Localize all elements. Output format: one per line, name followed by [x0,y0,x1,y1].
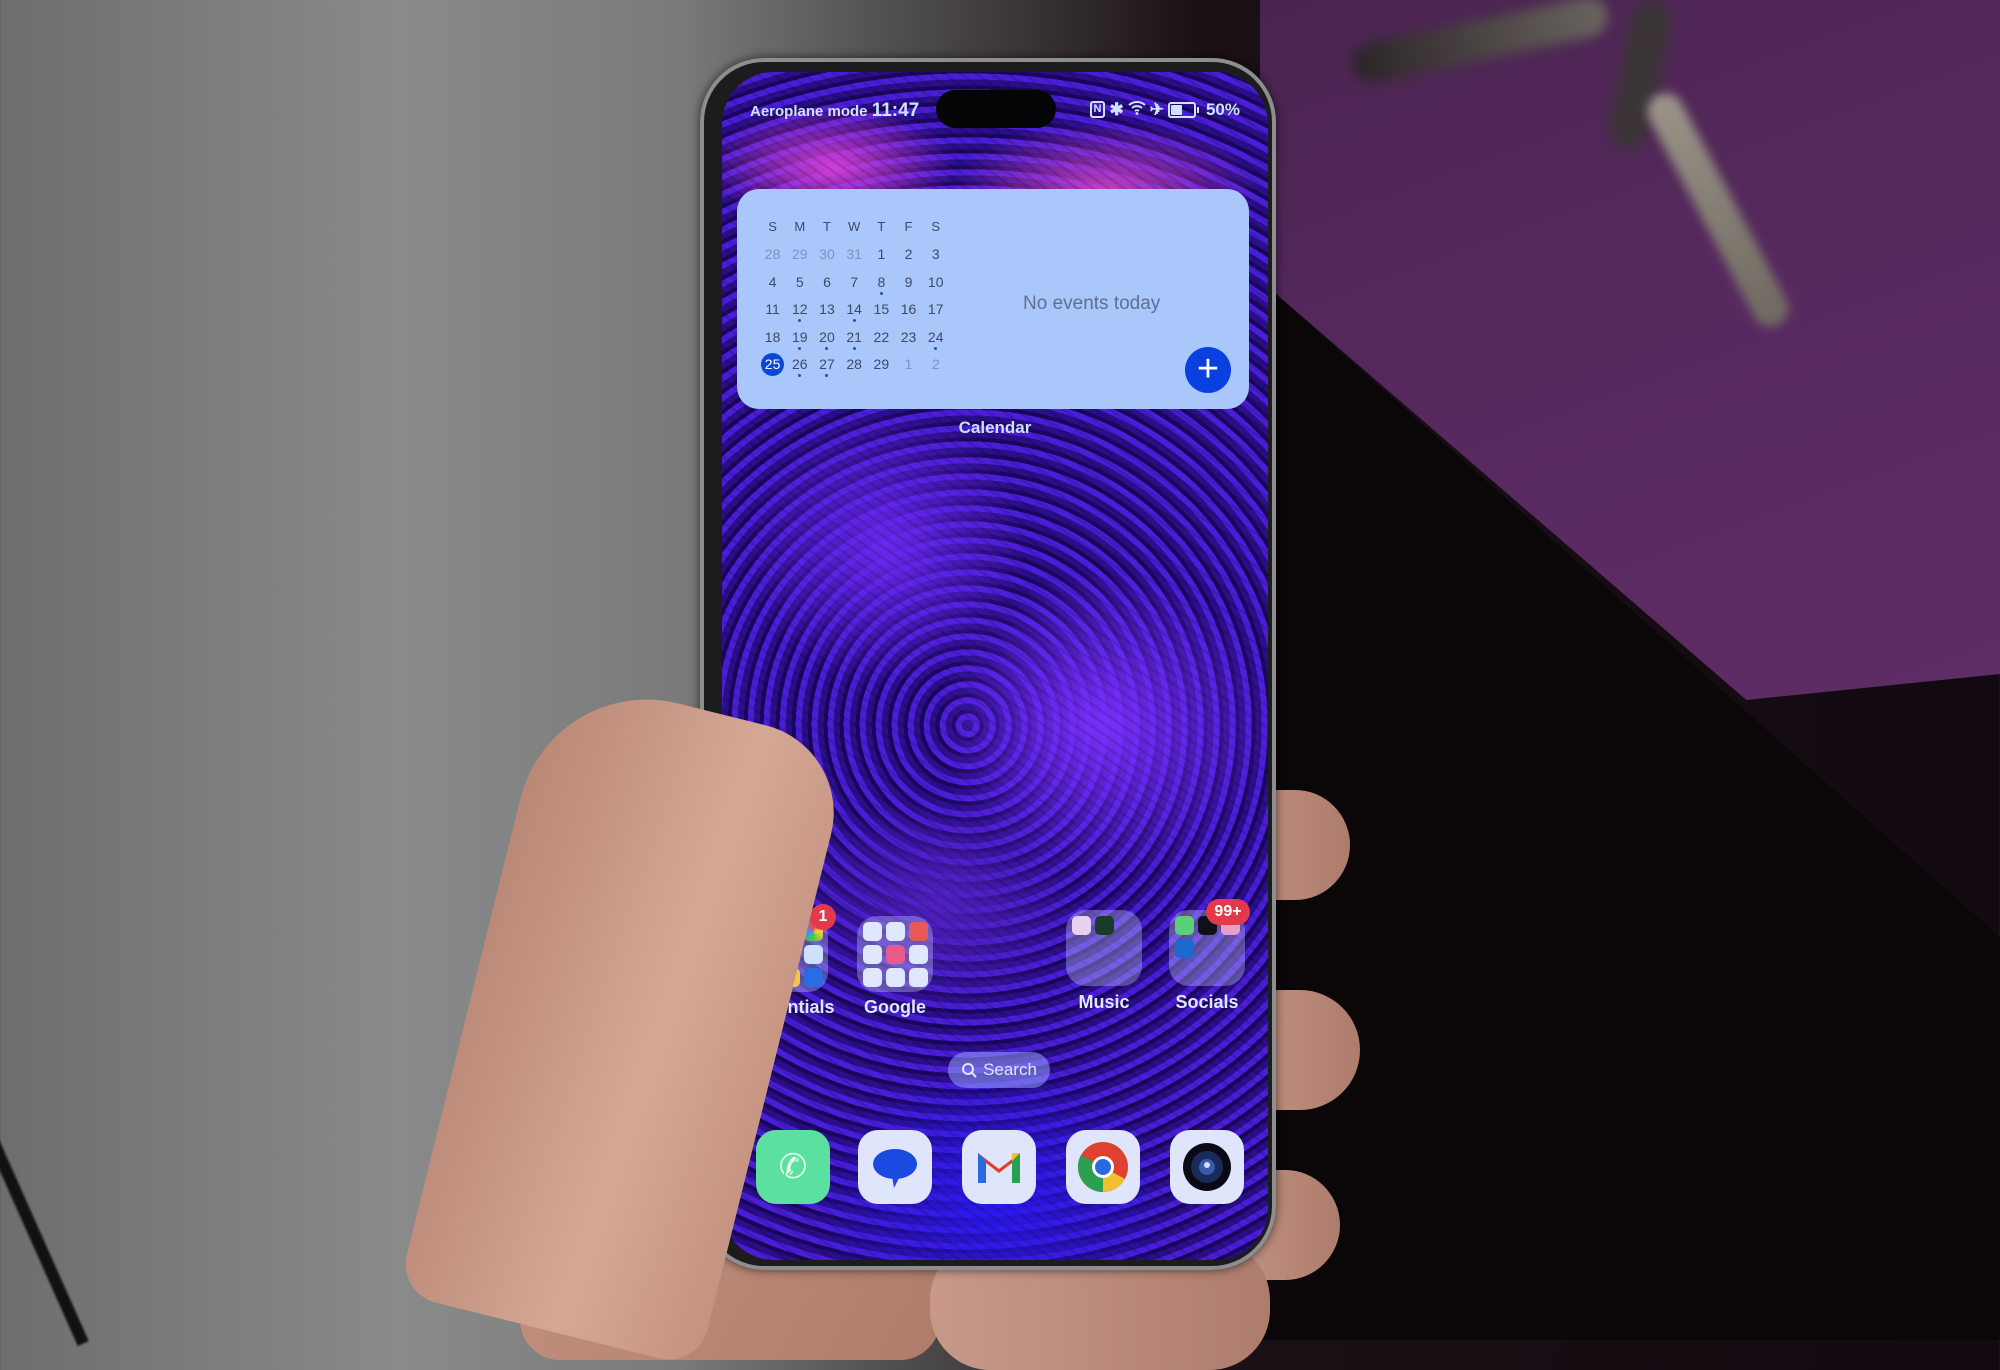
no-events-message: No events today [1023,293,1161,314]
calendar-day[interactable]: 1 [868,246,895,262]
calendar-day[interactable]: 16 [895,301,922,317]
status-bar: Aeroplane mode 11:47 N ✱ ✈ 50% [750,96,1240,122]
calendar-day[interactable]: 15 [868,301,895,317]
camera-icon [1183,1143,1231,1191]
app-icon-youtube-music [1072,916,1091,935]
app-icon-whatsapp [1175,916,1194,935]
calendar-day[interactable]: 20 [813,329,840,350]
calendar-widget-label: Calendar [958,418,1032,437]
calendar-day[interactable]: 17 [922,301,949,317]
dock-app-camera[interactable] [1170,1130,1244,1204]
battery-percent: 50% [1205,99,1240,119]
calendar-day[interactable]: 10 [922,274,949,290]
dock-app-chrome[interactable] [1066,1130,1140,1204]
weekday-header: T [877,219,886,235]
calendar-day[interactable]: 11 [759,301,786,317]
battery-icon [1167,101,1199,118]
app-icon-wallet [909,945,928,964]
app-icon-google [863,922,882,941]
calendar-week: 25 26 27 28 29 1 2 [759,351,959,379]
calendar-day[interactable]: 18 [759,329,786,345]
weekday-header: S [931,219,941,235]
app-icon-pinwheel [886,968,905,987]
calendar-day[interactable]: 6 [813,274,840,290]
calendar-day[interactable]: 27 [813,356,840,378]
calendar-day[interactable]: 12 [786,301,813,323]
calendar-week: 11 12 13 14 15 16 17 [759,296,959,324]
dock-app-gmail[interactable] [962,1130,1036,1204]
calendar-day[interactable]: 22 [868,329,895,345]
app-icon-files [804,945,823,964]
calendar-day[interactable]: 2 [895,246,922,262]
calendar-day[interactable]: 29 [868,356,895,372]
phone-icon: ✆ [778,1148,808,1186]
background-cable [0,993,89,1347]
calendar-day[interactable]: 28 [841,356,868,372]
folder-google[interactable] [857,916,933,992]
weekday-header: F [904,219,913,235]
folder-label: Music [1078,992,1130,1012]
messages-icon [873,1149,917,1188]
calendar-day-today[interactable]: 25 [759,353,786,377]
folder-label: Google [864,997,926,1017]
bluetooth-icon: ✱ [1109,99,1124,119]
calendar-week: 4 5 6 7 8 9 10 [759,268,959,296]
weekday-header: T [822,219,831,235]
app-icon-drive [863,945,882,964]
calendar-day[interactable]: 30 [813,246,840,262]
calendar-day[interactable]: 2 [922,356,949,372]
app-icon-spotify [1095,916,1114,935]
calendar-day[interactable]: 19 [786,329,813,350]
calendar-week: 18 19 20 21 22 23 24 [759,323,959,351]
app-icon-youtube [909,922,928,941]
folder-music[interactable] [1066,910,1142,986]
airplane-icon: ✈ [1149,99,1164,119]
folder-label: Socials [1175,992,1239,1012]
calendar-day[interactable]: 7 [841,274,868,290]
weekday-header: W [848,219,861,235]
calendar-day[interactable]: 24 [922,329,949,350]
notification-badge: 99+ [1206,899,1250,925]
chrome-icon [1077,1142,1128,1193]
calendar-day[interactable]: 5 [786,274,813,290]
calendar-day[interactable]: 26 [786,356,813,378]
calendar-day[interactable]: 1 [895,356,922,372]
weekday-header: S [768,219,777,235]
app-icon-photos-edit [863,968,882,987]
calendar-day[interactable]: 21 [841,329,868,350]
weekday-header: M [794,219,806,235]
calendar-day[interactable]: 23 [895,329,922,345]
search-icon [962,1063,977,1078]
airplane-mode-label: Aeroplane mode [750,103,868,120]
dock-app-messages[interactable] [858,1130,932,1204]
add-event-button[interactable]: + [1185,347,1231,393]
search-label: Search [983,1060,1037,1079]
wifi-icon [1128,99,1146,120]
calendar-day[interactable]: 9 [895,274,922,290]
gmail-icon [978,1153,1020,1183]
app-icon-maps [886,922,905,941]
search-button[interactable]: Search [948,1052,1050,1088]
app-icon-linkedin [1175,939,1194,958]
clock: 11:47 [871,100,920,121]
nfc-icon: N [1089,101,1106,118]
app-icon-security [804,968,823,987]
calendar-day[interactable]: 3 [922,246,949,262]
month-grid: SMTWTFS 28 29 30 31 1 2 3 4 5 6 7 8 9 10 11 12 13 14 15 16 1… [759,213,959,378]
calendar-day[interactable]: 14 [841,301,868,323]
calendar-day[interactable]: 13 [813,301,840,317]
calendar-day[interactable]: 4 [759,274,786,290]
app-icon-youtube-music [886,945,905,964]
dock-app-phone[interactable]: ✆ [756,1130,830,1204]
calendar-widget[interactable]: SMTWTFS 28 29 30 31 1 2 3 4 5 6 7 8 9 10 11 12 13 14 15 16 1… [737,189,1249,409]
app-icon-play-store [909,968,928,987]
calendar-week: 28 29 30 31 1 2 3 [759,241,959,269]
calendar-day[interactable]: 29 [786,246,813,262]
calendar-day[interactable]: 28 [759,246,786,262]
calendar-day[interactable]: 8 [868,274,895,295]
notification-badge: 1 [810,904,836,930]
calendar-day[interactable]: 31 [841,246,868,262]
